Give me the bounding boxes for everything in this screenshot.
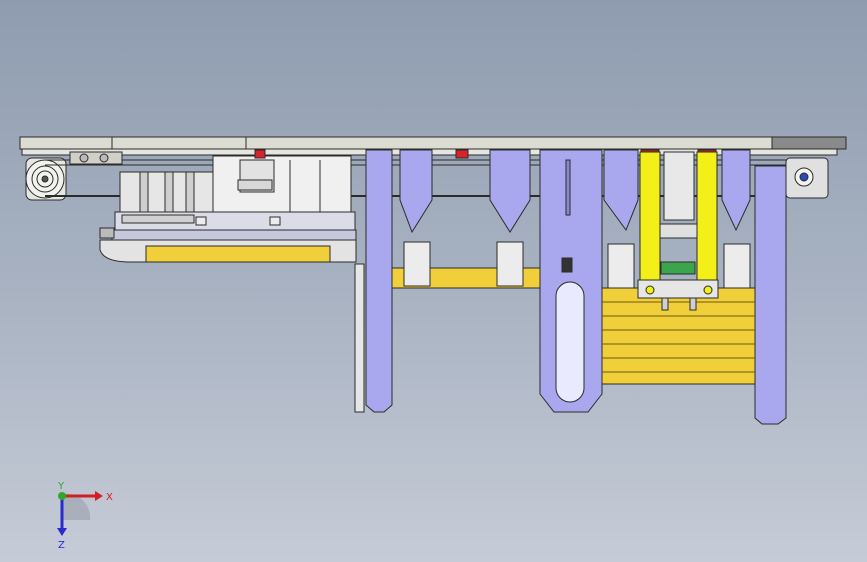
vertical-frame-left [365,149,393,413]
cylinder-block [119,171,217,219]
right-drive-pulley [785,157,829,199]
lifting-column [637,151,719,311]
y-axis-marker [58,492,66,500]
cad-viewport[interactable]: X Y Z [0,0,867,562]
z-axis-label: Z [58,540,65,550]
linear-carriage [99,211,357,241]
vertical-frame-right [754,165,787,425]
left-support-frame [99,239,365,413]
y-axis-label: Y [57,481,65,492]
left-pulley [25,157,67,201]
x-axis-label: X [106,492,113,503]
axis-triad: X Y Z [57,481,113,550]
vertical-frame-center [539,149,603,413]
assembly-drawing[interactable] [0,0,867,562]
motor-housing [212,155,352,219]
